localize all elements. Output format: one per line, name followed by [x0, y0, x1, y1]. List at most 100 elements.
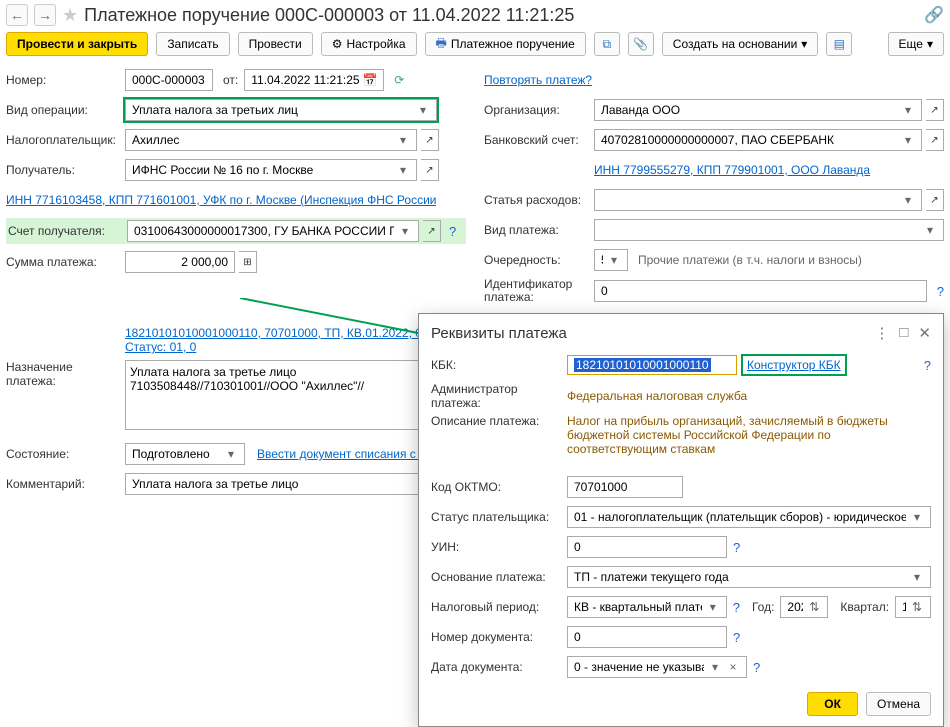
help-icon[interactable]: ? — [924, 358, 931, 373]
writeoff-link[interactable]: Ввести документ списания с ... — [257, 447, 429, 461]
order-hint: Прочие платежи (в т.ч. налоги и взносы) — [638, 253, 862, 267]
nav-back-button[interactable]: ← — [6, 4, 28, 26]
recipient-details-link[interactable]: ИНН 7716103458, КПП 771601001, УФК по г.… — [6, 193, 436, 207]
dropdown-icon[interactable]: ▾ — [908, 570, 926, 584]
year-input[interactable] — [785, 599, 805, 615]
dropdown-icon[interactable]: ▾ — [396, 224, 414, 238]
op-type-select[interactable] — [130, 102, 414, 118]
dropdown-icon[interactable]: ▾ — [704, 600, 722, 614]
dialog-expand-icon[interactable]: □ — [899, 324, 908, 342]
dropdown-icon[interactable]: ▾ — [222, 447, 240, 461]
uin-input[interactable] — [572, 539, 722, 555]
help-icon[interactable]: ? — [753, 660, 760, 675]
help-icon[interactable]: ? — [937, 284, 944, 299]
help-icon[interactable]: ? — [449, 224, 456, 239]
process-close-button[interactable]: Провести и закрыть — [6, 32, 148, 56]
dropdown-icon[interactable]: ▾ — [394, 133, 412, 147]
state-select[interactable] — [130, 446, 222, 462]
tax-details-link[interactable]: 18210101010001000110, 70701000, ТП, КВ.0… — [125, 326, 466, 354]
period-label: Налоговый период: — [431, 600, 561, 614]
write-button[interactable]: Записать — [156, 32, 229, 56]
link-icon[interactable]: 🔗 — [924, 5, 944, 25]
docnum-label: Номер документа: — [431, 630, 561, 644]
dropdown-icon[interactable]: ▾ — [706, 660, 724, 674]
page-title: Платежное поручение 000С-000003 от 11.04… — [84, 5, 574, 26]
org-input[interactable] — [599, 102, 899, 118]
ok-button[interactable]: ОК — [807, 692, 858, 716]
dropdown-icon[interactable]: ▾ — [605, 253, 623, 267]
settings-button[interactable]: ⚙Настройка — [321, 32, 417, 56]
refresh-icon[interactable]: ⟳ — [394, 73, 404, 87]
print-pp-button[interactable]: 🖶Платежное поручение — [425, 32, 586, 56]
expense-input[interactable] — [599, 192, 899, 208]
nav-fwd-button[interactable]: → — [34, 4, 56, 26]
admin-label: Администратор платежа: — [431, 382, 561, 410]
help-icon[interactable]: ? — [733, 540, 740, 555]
quarter-input[interactable] — [900, 599, 908, 615]
open-ext-icon[interactable]: ↗ — [926, 99, 944, 121]
oktmo-input[interactable] — [572, 479, 678, 495]
docdate-select[interactable] — [572, 659, 706, 675]
open-ext-icon[interactable]: ↗ — [926, 129, 944, 151]
calendar-icon[interactable]: 📅 — [361, 73, 379, 87]
calculator-icon[interactable]: ⊞ — [239, 251, 257, 273]
spinner-icon[interactable]: ⇅ — [805, 600, 823, 614]
report-button[interactable]: ▤ — [826, 32, 852, 56]
date-label: от: — [223, 73, 238, 87]
bank-acct-label: Банковский счет: — [484, 133, 590, 147]
date-input[interactable] — [249, 72, 361, 88]
open-ext-icon[interactable]: ↗ — [421, 129, 439, 151]
sum-label: Сумма платежа: — [6, 255, 121, 269]
docnum-input[interactable] — [572, 629, 722, 645]
process-button[interactable]: Провести — [238, 32, 313, 56]
kbk-field[interactable]: 18210101010001000110 — [567, 355, 737, 375]
clear-icon[interactable]: × — [724, 660, 742, 674]
kbk-label: КБК: — [431, 358, 561, 372]
payer-status-select[interactable] — [572, 509, 908, 525]
recipient-input[interactable] — [130, 162, 394, 178]
kbk-constructor-link[interactable]: Конструктор КБК — [743, 356, 845, 374]
cancel-button[interactable]: Отмена — [866, 692, 931, 716]
payment-type-label: Вид платежа: — [484, 223, 590, 237]
comment-input[interactable] — [130, 476, 432, 492]
dropdown-icon[interactable]: ▾ — [394, 163, 412, 177]
attach-button[interactable]: 📎 — [628, 32, 654, 56]
comment-label: Комментарий: — [6, 477, 121, 491]
open-ext-icon[interactable]: ↗ — [423, 220, 441, 242]
structure-button[interactable]: ⧉ — [594, 32, 620, 56]
dropdown-icon[interactable]: ▾ — [908, 510, 926, 524]
spinner-icon[interactable]: ⇅ — [908, 600, 926, 614]
more-button[interactable]: Еще ▾ — [888, 32, 944, 56]
payment-type-select[interactable] — [599, 222, 921, 238]
dialog-close-icon[interactable]: ✕ — [918, 324, 931, 342]
dialog-more-icon[interactable]: ⋮ — [874, 324, 889, 342]
dropdown-icon[interactable]: ▾ — [899, 103, 917, 117]
recipient-acct-label: Счет получателя: — [8, 224, 123, 238]
bank-acct-input[interactable] — [599, 132, 899, 148]
sum-input[interactable] — [130, 254, 230, 270]
dropdown-icon[interactable]: ▾ — [899, 193, 917, 207]
help-icon[interactable]: ? — [733, 600, 740, 615]
gear-icon: ⚙ — [332, 37, 343, 51]
help-icon[interactable]: ? — [733, 630, 740, 645]
recipient-acct-input[interactable] — [132, 223, 396, 239]
create-based-button[interactable]: Создать на основании ▾ — [662, 32, 819, 56]
basis-select[interactable] — [572, 569, 908, 585]
repeat-link[interactable]: Повторять платеж? — [484, 73, 592, 87]
dropdown-icon[interactable]: ▾ — [921, 223, 939, 237]
open-ext-icon[interactable]: ↗ — [421, 159, 439, 181]
uin-label: УИН: — [431, 540, 561, 554]
dropdown-icon[interactable]: ▾ — [414, 103, 432, 117]
oktmo-label: Код ОКТМО: — [431, 480, 561, 494]
period-select[interactable] — [572, 599, 704, 615]
purpose-textarea[interactable] — [125, 360, 437, 430]
ident-input[interactable] — [599, 283, 922, 299]
taxpayer-label: Налогоплательщик: — [6, 133, 121, 147]
favorite-icon[interactable]: ★ — [62, 5, 78, 26]
org-details-link[interactable]: ИНН 7799555279, КПП 779901001, ООО Лаван… — [594, 163, 870, 177]
taxpayer-input[interactable] — [130, 132, 394, 148]
dropdown-icon[interactable]: ▾ — [899, 133, 917, 147]
number-input[interactable] — [130, 72, 208, 88]
open-ext-icon[interactable]: ↗ — [926, 189, 944, 211]
desc-value: Налог на прибыль организаций, зачисляемы… — [567, 414, 931, 456]
